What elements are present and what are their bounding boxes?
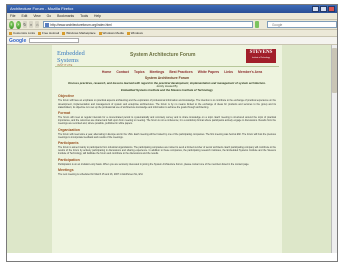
bookmark-label: Windows Media <box>102 31 124 35</box>
site-header: Embedded Systems INSTITUTE System Archit… <box>55 47 279 67</box>
google-logo: Google <box>9 37 27 44</box>
search-input[interactable]: Google <box>267 21 337 28</box>
section-participants: Participants The forum is aimed mainly t… <box>58 141 276 156</box>
section-meetings: Meetings The next meeting is scheduled f… <box>58 168 276 176</box>
bookmark-item[interactable]: Windows Marketplace <box>62 31 96 35</box>
google-toolbar: Google <box>7 37 337 45</box>
back-button[interactable]: ‹ <box>9 20 14 29</box>
menu-file[interactable]: File <box>10 13 15 19</box>
bookmark-item[interactable]: Customize Links <box>9 31 35 35</box>
nav-meetings[interactable]: Meetings <box>150 70 165 74</box>
favicon-icon <box>45 23 50 27</box>
bookmarks-toolbar: Customize Links Free Hotmail Windows Mar… <box>7 30 337 37</box>
bookmark-label: Windows <box>130 31 143 35</box>
bookmark-label: Free Hotmail <box>42 31 60 35</box>
close-button[interactable] <box>328 6 335 12</box>
logo-title: Embedded Systems <box>57 50 85 64</box>
page-viewport: Embedded Systems INSTITUTE System Archit… <box>7 45 337 253</box>
section-heading: Meetings <box>58 167 74 172</box>
search-placeholder: Google <box>272 23 283 27</box>
nav-topics[interactable]: Topics <box>134 70 145 74</box>
menu-bar: File Edit View Go Bookmarks Tools Help <box>7 13 337 20</box>
menu-view[interactable]: View <box>33 13 40 19</box>
stevens-logo[interactable]: STEVENS Institute of Technology <box>246 49 276 63</box>
navigation-toolbar: ‹ › ↻ × ⌂ http://www.architectureforum.o… <box>7 20 337 30</box>
section-text: Participation is on an invitation-only b… <box>58 162 250 166</box>
maximize-button[interactable] <box>320 6 327 12</box>
bookmark-icon <box>38 31 42 35</box>
forward-button[interactable]: › <box>15 20 21 29</box>
address-bar[interactable]: http://www.architectureforum.org/index.h… <box>43 21 254 28</box>
stevens-subtitle: Institute of Technology <box>252 57 270 59</box>
section-heading: Organization <box>58 127 80 132</box>
bookmark-icon <box>9 31 12 35</box>
nav-white-papers[interactable]: White Papers <box>198 70 219 74</box>
menu-go[interactable]: Go <box>47 13 52 19</box>
section-text: The next meeting is scheduled for March … <box>58 172 144 176</box>
section-text: The forum will meet twice a year, altern… <box>58 132 276 139</box>
site-title: System Architecture Forum <box>130 52 196 58</box>
bookmark-item[interactable]: Windows <box>126 31 143 35</box>
google-search-input[interactable] <box>29 37 80 44</box>
menu-tools[interactable]: Tools <box>80 13 88 19</box>
window-title: Architecture Forum - Mozilla Firefox <box>10 6 74 11</box>
section-heading: Format <box>58 110 71 115</box>
nav-best-practices[interactable]: Best Practices <box>169 70 192 74</box>
minimize-button[interactable] <box>312 6 319 12</box>
section-heading: Participants <box>58 141 79 145</box>
menu-bookmarks[interactable]: Bookmarks <box>57 13 74 19</box>
page-body: Embedded Systems INSTITUTE System Archit… <box>52 45 282 253</box>
section-text: The forum will meet at regular intervals… <box>58 115 276 126</box>
address-text: http://www.architectureforum.org/index.h… <box>50 23 112 27</box>
bookmark-label: Windows Marketplace <box>66 31 96 35</box>
bookmark-item[interactable]: Free Hotmail <box>38 31 59 35</box>
intro-block: System Architecture Forum Discuss practi… <box>61 76 273 92</box>
stevens-name: STEVENS <box>249 50 273 55</box>
section-heading: Objective <box>58 94 75 99</box>
nav-links[interactable]: Links <box>224 70 233 74</box>
section-organization: Organization The forum will meet twice a… <box>58 128 276 139</box>
scrollbar-thumb[interactable] <box>331 48 337 93</box>
bookmark-label: Customize Links <box>13 31 36 35</box>
logo-subtitle: INSTITUTE <box>57 64 73 67</box>
title-bar: Architecture Forum - Mozilla Firefox <box>7 5 337 13</box>
browser-window: Architecture Forum - Mozilla Firefox Fil… <box>6 4 338 262</box>
section-objective: Objective The forum will have an emphasi… <box>58 94 276 109</box>
bookmark-icon <box>98 31 102 35</box>
nav-contact[interactable]: Contact <box>116 70 129 74</box>
section-text: The forum will have an emphasis on pract… <box>58 99 276 109</box>
home-button[interactable]: ⌂ <box>35 21 40 28</box>
nav-members-area[interactable]: Member's Area <box>238 70 262 74</box>
section-participation: Participation Participation is on an inv… <box>58 158 276 166</box>
menu-edit[interactable]: Edit <box>21 13 27 19</box>
menu-help[interactable]: Help <box>94 13 101 19</box>
section-text: The forum is aimed mainly to participant… <box>58 146 276 156</box>
go-button[interactable] <box>255 21 260 28</box>
stop-button[interactable]: × <box>28 21 34 28</box>
site-nav: Home Contact Topics Meetings Best Practi… <box>85 70 279 74</box>
bookmark-icon <box>126 31 130 35</box>
reload-button[interactable]: ↻ <box>22 21 27 28</box>
nav-home[interactable]: Home <box>102 70 111 74</box>
embedded-systems-logo[interactable]: Embedded Systems INSTITUTE <box>57 50 105 67</box>
section-heading: Participation <box>58 157 80 162</box>
section-format: Format The forum will meet at regular in… <box>58 111 276 126</box>
bookmark-icon <box>62 31 66 35</box>
window-controls <box>312 6 335 12</box>
bookmark-item[interactable]: Windows Media <box>98 31 124 35</box>
intro-hosts: Embedded Systems Institute and the Steve… <box>121 87 213 92</box>
